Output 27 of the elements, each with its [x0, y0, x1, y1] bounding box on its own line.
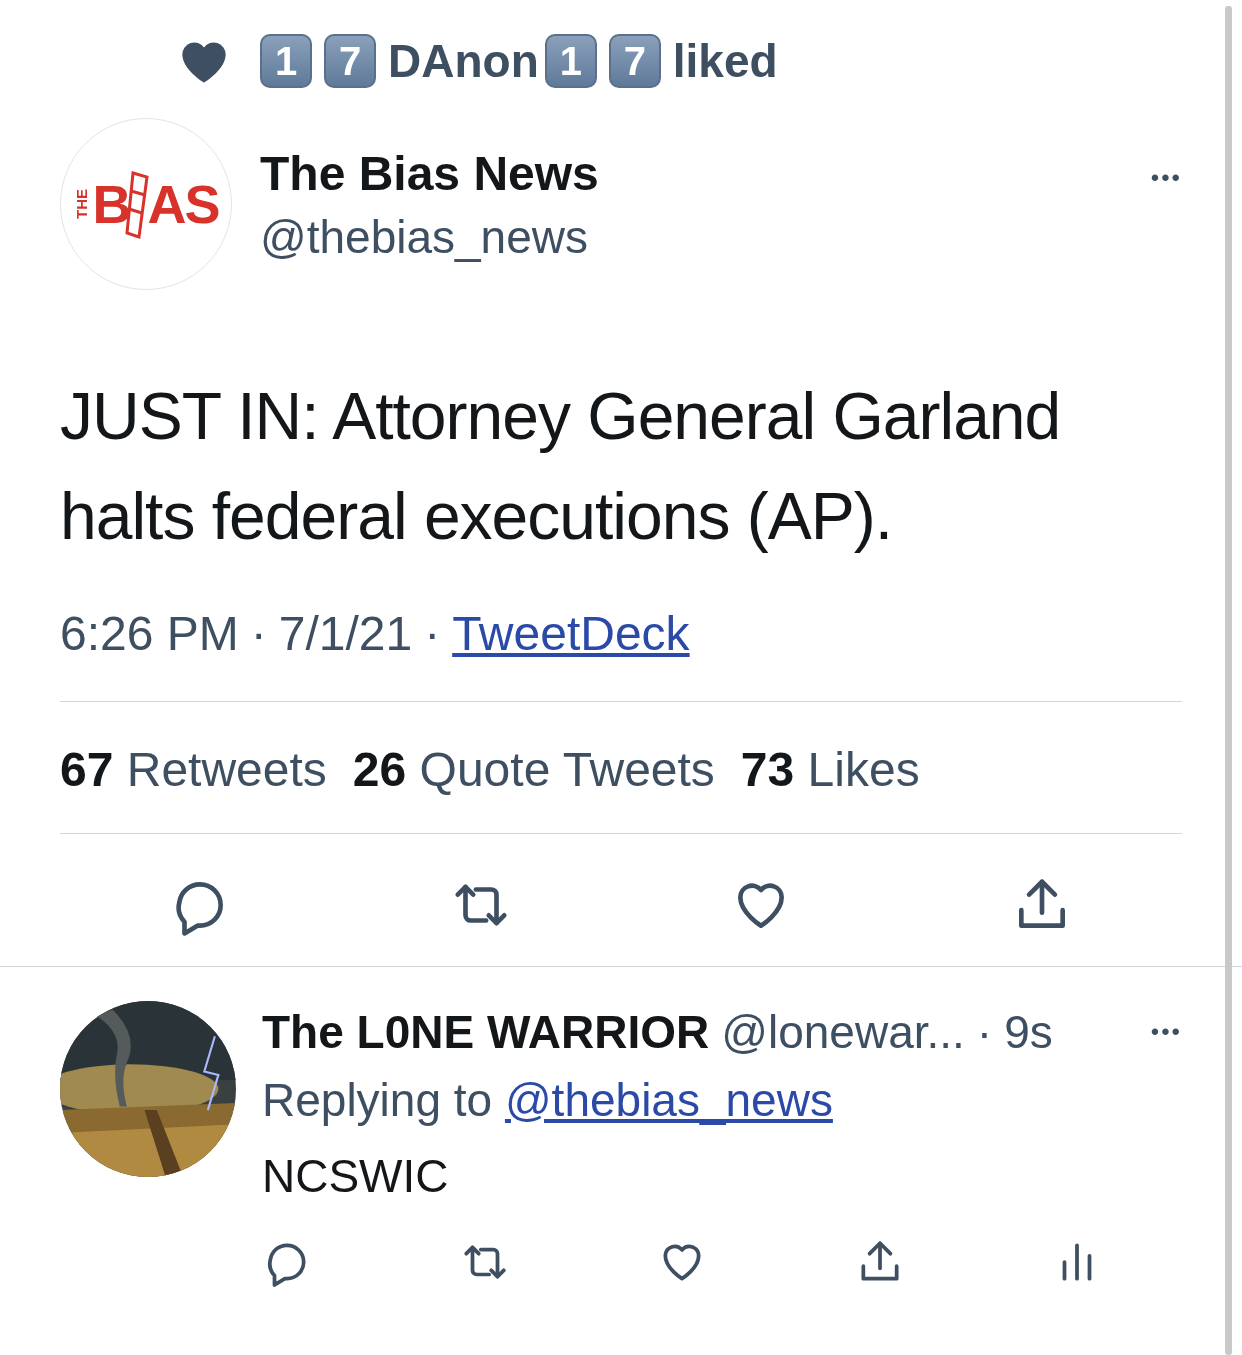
liked-label: liked: [672, 34, 778, 88]
separator-dot: ·: [250, 606, 267, 661]
replying-label: Replying to: [262, 1074, 493, 1126]
tweet-date: 7/1/21: [278, 606, 413, 661]
engagement-stat[interactable]: 26 Quote Tweets: [352, 742, 715, 797]
tweet-time: 6:26 PM: [60, 606, 239, 661]
account-name[interactable]: The Bias News: [260, 144, 1151, 204]
source-link[interactable]: TweetDeck: [452, 606, 690, 661]
reply-text: NCSWIC: [262, 1149, 450, 1203]
keycap-emoji: 7: [608, 34, 661, 88]
engagement-stat[interactable]: 67 Retweets: [60, 742, 327, 797]
reply-author-handle[interactable]: @lonewar...: [721, 1005, 965, 1059]
separator-dot: ·: [424, 606, 441, 661]
liker-name[interactable]: DAnon: [388, 34, 539, 88]
account-handle[interactable]: @thebias_news: [260, 204, 1151, 270]
keycap-emoji: 1: [544, 34, 597, 88]
engagement-stat[interactable]: 73 Likes: [740, 742, 920, 797]
separator-dot: ·: [976, 1005, 993, 1059]
tweet-text: JUST IN: Attorney General Garland halts federal executions (AP).: [60, 378, 1062, 555]
keycap-emoji: 1: [260, 34, 312, 88]
reply-age: 9s: [1004, 1005, 1053, 1059]
mention-link[interactable]: @thebias_news: [504, 1074, 833, 1126]
keycap-emoji: 7: [324, 34, 376, 88]
scrollbar[interactable]: [1225, 6, 1232, 1355]
more-button[interactable]: •••: [1150, 164, 1182, 192]
more-button[interactable]: •••: [1150, 1018, 1182, 1046]
reply-author-name[interactable]: The L0NE WARRIOR: [262, 1005, 710, 1059]
